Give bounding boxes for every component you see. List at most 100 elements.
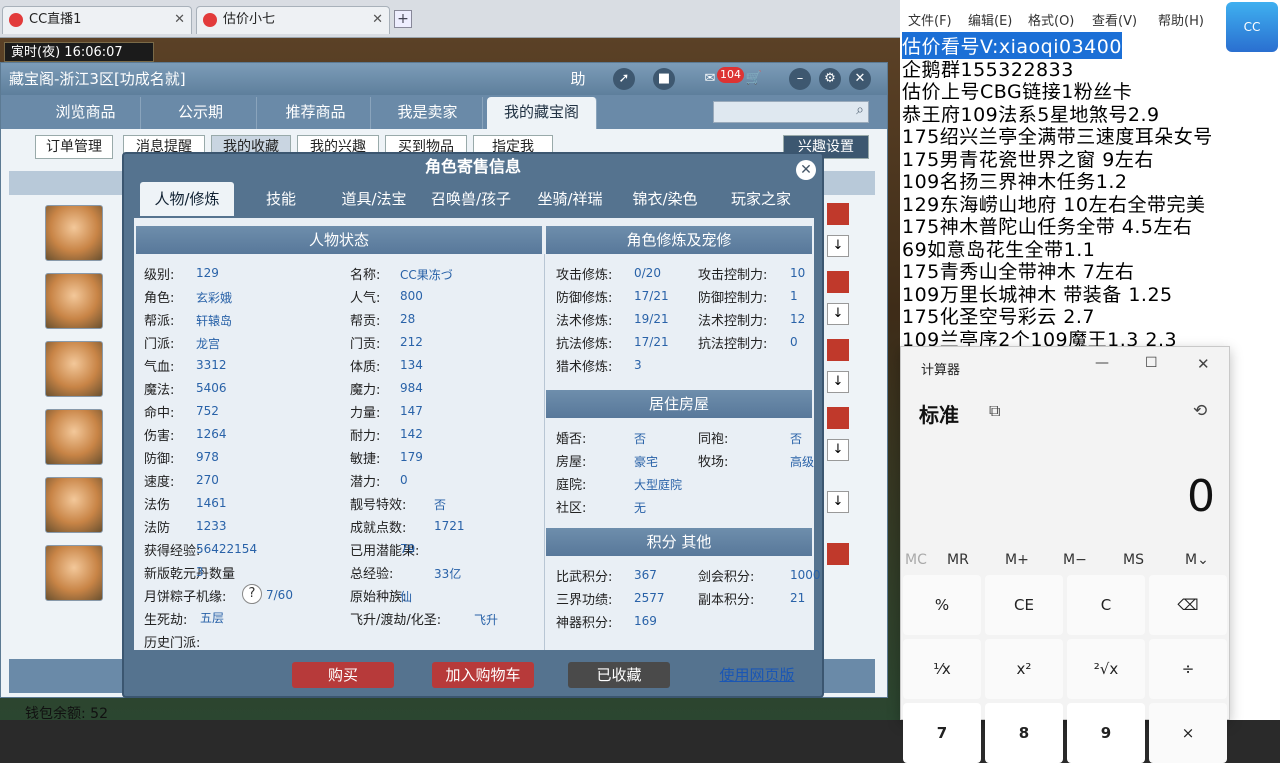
close-tab-icon[interactable]: ✕ — [372, 7, 383, 33]
nav-recommend[interactable]: 推荐商品 — [261, 97, 371, 129]
tab-outfits[interactable]: 锦衣/染色 — [620, 182, 710, 216]
close-icon[interactable]: ✕ — [849, 68, 871, 90]
saved-button[interactable]: 已收藏 — [568, 662, 670, 688]
settings-gear-icon[interactable]: ⚙ — [819, 68, 841, 90]
menu-format[interactable]: 格式(O) — [1028, 10, 1074, 29]
menu-edit[interactable]: 编辑(E) — [968, 10, 1012, 29]
calculator-key[interactable]: 9 — [1067, 703, 1145, 763]
add-to-cart-button[interactable]: 加入购物车 — [432, 662, 534, 688]
close-tab-icon[interactable]: ✕ — [174, 7, 185, 33]
calculator-key[interactable]: ÷ — [1149, 639, 1227, 699]
game-clock: 寅时(夜) 16:06:07 — [4, 42, 154, 62]
stat-value: 33亿 — [434, 567, 462, 581]
tab-mounts[interactable]: 坐骑/祥瑞 — [524, 182, 616, 216]
calculator-key[interactable]: C — [1067, 575, 1145, 635]
help-button[interactable]: 助 — [567, 68, 589, 90]
stat-label: 神器积分: — [556, 616, 613, 631]
tab-items[interactable]: 道具/法宝 — [330, 182, 418, 216]
browser-tab[interactable]: 估价小七 ✕ — [196, 6, 390, 34]
divider — [544, 254, 545, 650]
stat-value: 752 — [196, 404, 219, 418]
stat-value: 10 — [790, 266, 806, 280]
memory-key[interactable]: MS — [1123, 552, 1144, 568]
search-input[interactable]: ⌕ — [713, 101, 869, 123]
calculator-mode[interactable]: 标准 — [919, 399, 959, 428]
subtab-orders[interactable]: 订单管理 — [35, 135, 113, 159]
stat-label: 防御控制力: — [698, 291, 768, 306]
calculator-key[interactable]: × — [1149, 703, 1227, 763]
download-icon[interactable]: ↓ — [827, 371, 849, 393]
maximize-icon[interactable]: ☐ — [1145, 355, 1158, 371]
stat-label: 获得经验: — [144, 544, 201, 559]
stat-value: 5406 — [196, 381, 227, 395]
tab-character[interactable]: 人物/修炼 — [140, 182, 234, 216]
download-icon[interactable]: ↓ — [827, 235, 849, 257]
menu-view[interactable]: 查看(V) — [1092, 10, 1137, 29]
stat-value: 3 — [634, 358, 642, 372]
browser-tab[interactable]: CC直播1 ✕ — [2, 6, 192, 34]
section-header-points: 积分 其他 — [546, 528, 812, 556]
stat-label: 总经验: — [350, 567, 394, 582]
nav-seller[interactable]: 我是卖家 — [373, 97, 483, 129]
tab-pets[interactable]: 召唤兽/孩子 — [422, 182, 520, 216]
stat-label: 潜力: — [350, 475, 381, 490]
stat-value: 高级 — [790, 455, 815, 469]
memory-key[interactable]: M+ — [1005, 552, 1029, 568]
help-question-icon[interactable]: ? — [242, 584, 262, 604]
stat-label: 抗法控制力: — [698, 337, 768, 352]
close-icon[interactable]: ✕ — [796, 160, 816, 180]
keep-on-top-icon[interactable]: ⧉ — [989, 401, 1000, 421]
tab-skills[interactable]: 技能 — [238, 182, 324, 216]
calculator-key[interactable]: ⌫ — [1149, 575, 1227, 635]
nav-my-cbg[interactable]: 我的藏宝阁 — [487, 97, 597, 129]
calculator-key[interactable]: 8 — [985, 703, 1063, 763]
stop-icon[interactable]: ■ — [653, 68, 675, 90]
clock-label: 寅时(夜) — [11, 45, 61, 60]
nav-browse[interactable]: 浏览商品 — [31, 97, 141, 129]
stat-label: 角色: — [144, 291, 175, 306]
use-web-version-link[interactable]: 使用网页版 — [712, 662, 802, 688]
buy-button[interactable]: 购买 — [292, 662, 394, 688]
section-header-status: 人物状态 — [136, 226, 542, 254]
calculator-key[interactable]: ²√x — [1067, 639, 1145, 699]
stat-value: 1233 — [196, 519, 227, 533]
nav-public[interactable]: 公示期 — [145, 97, 257, 129]
download-icon[interactable]: ↓ — [827, 491, 849, 513]
memory-key[interactable]: MC — [905, 552, 927, 568]
search-icon[interactable]: ⌕ — [856, 102, 864, 118]
calculator-key[interactable]: % — [903, 575, 981, 635]
calculator-key[interactable]: ⅟x — [903, 639, 981, 699]
menu-file[interactable]: 文件(F) — [908, 10, 952, 29]
character-avatar[interactable] — [45, 205, 103, 261]
character-avatar[interactable] — [45, 341, 103, 397]
minimize-icon[interactable]: — — [1095, 355, 1109, 371]
calculator-key[interactable]: x² — [985, 639, 1063, 699]
calculator-key[interactable]: 7 — [903, 703, 981, 763]
clock-time: 16:06:07 — [64, 45, 123, 60]
character-avatar[interactable] — [45, 409, 103, 465]
memory-key[interactable]: M− — [1063, 552, 1087, 568]
cbg-titlebar: 藏宝阁-浙江3区[功成名就] 助 ➚ ■ ✉ 104 🛒 – ⚙ ✕ — [1, 63, 887, 95]
stat-value: 367 — [634, 568, 657, 582]
tab-home[interactable]: 玩家之家 — [714, 182, 808, 216]
share-icon[interactable]: ➚ — [613, 68, 635, 90]
stat-label: 法术控制力: — [698, 314, 768, 329]
menu-help[interactable]: 帮助(H) — [1158, 10, 1204, 29]
cc-favicon-icon — [9, 13, 23, 27]
cc-favicon-icon — [203, 13, 217, 27]
character-avatar[interactable] — [45, 273, 103, 329]
new-tab-button[interactable]: + — [394, 10, 412, 28]
memory-key[interactable]: M⌄ — [1185, 552, 1209, 568]
status-tag — [827, 339, 849, 361]
download-icon[interactable]: ↓ — [827, 303, 849, 325]
close-icon[interactable]: ✕ — [1197, 355, 1210, 373]
character-avatar[interactable] — [45, 477, 103, 533]
calculator-key[interactable]: CE — [985, 575, 1063, 635]
minimize-icon[interactable]: – — [789, 68, 811, 90]
stat-label: 原始种族: — [350, 590, 407, 605]
memory-key[interactable]: MR — [947, 552, 969, 568]
history-icon[interactable]: ⟲ — [1193, 401, 1207, 421]
download-icon[interactable]: ↓ — [827, 439, 849, 461]
character-avatar[interactable] — [45, 545, 103, 601]
cart-icon[interactable]: 🛒 — [743, 68, 765, 90]
